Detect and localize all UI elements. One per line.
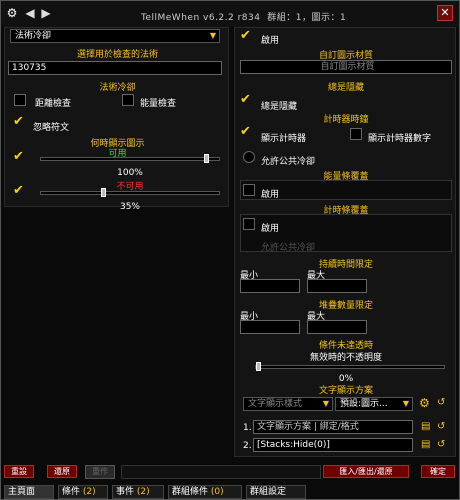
text-preset-dropdown[interactable]: 預設:圖示... ▼	[335, 397, 413, 411]
stacks-max-input[interactable]	[307, 320, 367, 334]
unmet-alpha-slider-knob[interactable]	[256, 362, 261, 371]
text-line-1-number: 1.	[243, 423, 252, 433]
tab-group-conditions[interactable]: 群組條件 (0)	[168, 485, 242, 499]
title-bar[interactable]: ⚙ ◀ ▶ TellMeWhen v6.2.2 r834 群組：1，圖示：1 ✕	[1, 1, 459, 27]
usable-slider-knob[interactable]	[204, 154, 209, 163]
chevron-down-icon: ▼	[402, 399, 409, 408]
reset-button[interactable]: 重設	[4, 465, 34, 478]
copy-icon[interactable]: ▤	[421, 421, 430, 432]
text-layout-dropdown-label: 文字顯示樣式	[248, 399, 303, 409]
unusable-checkmark-icon[interactable]: ✔	[13, 184, 24, 197]
text-line-2-number: 2.	[243, 441, 252, 451]
type-dropdown[interactable]: 法術冷卻 ▼	[10, 29, 220, 43]
restore-button[interactable]: 還原	[47, 465, 77, 478]
undo-history-bar	[121, 465, 321, 479]
tab-group-settings-label: 群組設定	[250, 487, 287, 497]
left-panel: 法術冷卻 ▼ 選擇用於檢查的法術 130735 法術冷卻 距離檢查 能量檢查 ✔…	[4, 27, 229, 212]
range-check-label: 距離檢查	[35, 99, 72, 109]
ignore-runes-checkmark-icon[interactable]: ✔	[13, 115, 24, 128]
tab-events-label: 事件	[116, 487, 135, 497]
duration-max-input[interactable]	[307, 279, 367, 293]
gear-icon[interactable]: ⚙	[419, 396, 430, 410]
unusable-slider[interactable]	[40, 188, 220, 197]
mana-overlay-enable-label: 啟用	[261, 190, 280, 200]
close-button[interactable]: ✕	[437, 5, 453, 21]
right-panel: ✔ 啟用 自訂圖示材質 自訂圖示材質 總是隱藏 ✔ 總是隱藏 計時器時鐘 ✔ 顯…	[234, 27, 456, 457]
show-timer-text-checkbox[interactable]	[350, 128, 362, 140]
import-export-button[interactable]: 匯入/匯出/還原	[323, 465, 409, 478]
unusable-slider-knob[interactable]	[101, 188, 106, 197]
tab-events-count: (2)	[136, 487, 150, 497]
unmet-alpha-label: 無效時的不透明度	[309, 353, 382, 363]
unmet-alpha-slider[interactable]	[255, 362, 445, 371]
tab-events[interactable]: 事件 (2)	[112, 485, 164, 499]
usable-percent: 100%	[117, 168, 143, 178]
always-hide-header: 總是隱藏	[327, 83, 364, 93]
tab-main[interactable]: 主頁面	[4, 485, 54, 499]
range-check-checkbox[interactable]	[14, 94, 26, 106]
timer-bar-enable-label: 啟用	[261, 224, 280, 234]
tab-group-conditions-count: (0)	[210, 487, 224, 497]
back-arrow-icon[interactable]: ◀	[23, 6, 37, 20]
always-hide-label: 總是隱藏	[261, 102, 298, 112]
duration-min-input[interactable]	[240, 279, 300, 293]
tab-conditions-label: 條件	[62, 487, 81, 497]
tellmewhen-window: ⚙ ◀ ▶ TellMeWhen v6.2.2 r834 群組：1，圖示：1 ✕…	[0, 0, 460, 500]
tab-group-conditions-label: 群組條件	[172, 487, 209, 497]
forward-arrow-icon[interactable]: ▶	[39, 6, 53, 20]
unusable-percent: 35%	[119, 202, 140, 212]
stacks-min-input[interactable]	[240, 320, 300, 334]
show-timer-text-label: 顯示計時器數字	[368, 134, 432, 144]
always-hide-checkmark-icon[interactable]: ✔	[240, 93, 251, 106]
ignore-runes-label: 忽略符文	[33, 123, 70, 133]
tab-conditions-count: (2)	[82, 487, 96, 497]
timer-header: 計時器時鐘	[323, 115, 369, 125]
timer-bar-checkbox[interactable]	[243, 218, 255, 230]
type-dropdown-label: 法術冷卻	[15, 31, 52, 41]
chevron-down-icon: ▼	[209, 31, 216, 40]
timer-bar-invert-label: 允許公共冷卻	[261, 243, 316, 253]
reset-icon[interactable]: ↺	[437, 397, 445, 408]
usable-slider[interactable]	[40, 154, 220, 163]
text-display-header: 文字顯示方案	[318, 386, 373, 396]
tab-conditions[interactable]: 條件 (2)	[58, 485, 108, 499]
text-preset-dropdown-label: 預設:圖示...	[340, 399, 388, 409]
mana-overlay-checkbox[interactable]	[243, 184, 255, 196]
ok-button[interactable]: 確定	[421, 465, 455, 478]
text-layout-dropdown[interactable]: 文字顯示樣式 ▼	[243, 397, 333, 411]
allow-gcd-checkbox[interactable]	[243, 151, 255, 163]
usable-checkmark-icon[interactable]: ✔	[13, 150, 24, 163]
chevron-down-icon: ▼	[322, 399, 329, 408]
text-line-1-input[interactable]: 文字顯示方案 | 綁定/格式	[253, 420, 413, 434]
mana-check-label: 能量檢查	[140, 99, 177, 109]
gear-icon[interactable]: ⚙	[5, 6, 19, 20]
text-line-2-input[interactable]: [Stacks:Hide(0)]	[253, 438, 413, 452]
allow-gcd-label: 允許公共冷卻	[261, 157, 316, 167]
stacks-header: 堆疊數量限定	[318, 301, 373, 311]
spell-select-header: 選擇用於檢查的法術	[76, 50, 158, 60]
tab-main-label: 主頁面	[8, 487, 36, 497]
custom-texture-input[interactable]: 自訂圖示材質	[240, 60, 452, 74]
show-timer-label: 顯示計時器	[261, 134, 307, 144]
enabled-label: 啟用	[261, 36, 280, 46]
copy-icon[interactable]: ▤	[421, 439, 430, 450]
mana-check-checkbox[interactable]	[122, 94, 134, 106]
redo-button[interactable]: 重作	[85, 465, 115, 479]
show-timer-checkmark-icon[interactable]: ✔	[240, 125, 251, 138]
tab-group-settings[interactable]: 群組設定	[246, 485, 306, 499]
spell-input[interactable]: 130735	[8, 61, 222, 75]
reset-icon[interactable]: ↺	[437, 439, 445, 450]
window-title: TellMeWhen v6.2.2 r834 群組：1，圖示：1	[141, 13, 347, 23]
enabled-checkmark-icon[interactable]: ✔	[240, 29, 251, 42]
duration-header: 持續時間限定	[318, 260, 373, 270]
spell-cooldown-header: 法術冷卻	[99, 83, 136, 93]
reset-icon[interactable]: ↺	[437, 421, 445, 432]
